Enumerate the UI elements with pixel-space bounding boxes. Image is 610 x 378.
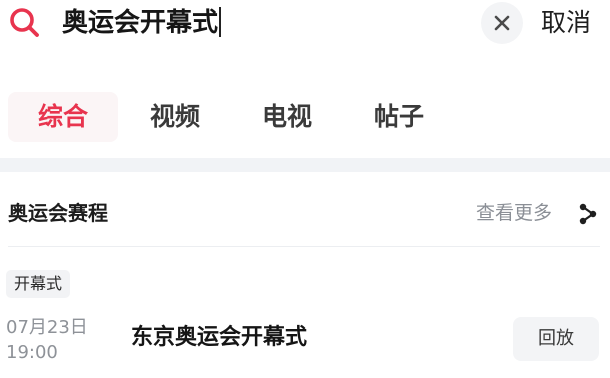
tab-comprehensive[interactable]: 综合 <box>8 92 118 142</box>
close-icon <box>494 15 510 31</box>
search-bar: 奥运会开幕式 取消 <box>0 0 610 46</box>
event-tag: 开幕式 <box>6 270 71 298</box>
tab-video[interactable]: 视频 <box>120 92 230 142</box>
replay-button[interactable]: 回放 <box>513 317 599 361</box>
event-title[interactable]: 东京奥运会开幕式 <box>131 322 307 354</box>
cancel-button[interactable]: 取消 <box>541 4 591 42</box>
section-separator <box>0 158 610 172</box>
event-date: 07月23日 <box>6 317 88 338</box>
view-more-link[interactable]: 查看更多 <box>476 198 552 228</box>
divider <box>8 246 600 247</box>
search-icon[interactable] <box>7 5 41 39</box>
search-input[interactable]: 奥运会开幕式 <box>62 4 222 42</box>
section-title: 奥运会赛程 <box>8 201 108 225</box>
text-caret <box>219 6 222 37</box>
category-tabs: 综合 视频 电视 帖子 <box>0 92 610 144</box>
tab-tv[interactable]: 电视 <box>232 92 342 142</box>
share-nodes-icon[interactable] <box>578 203 598 225</box>
tab-posts[interactable]: 帖子 <box>344 92 454 142</box>
clear-search-button[interactable] <box>481 2 523 44</box>
event-time: 19:00 <box>6 342 58 363</box>
search-query: 奥运会开幕式 <box>62 8 219 38</box>
